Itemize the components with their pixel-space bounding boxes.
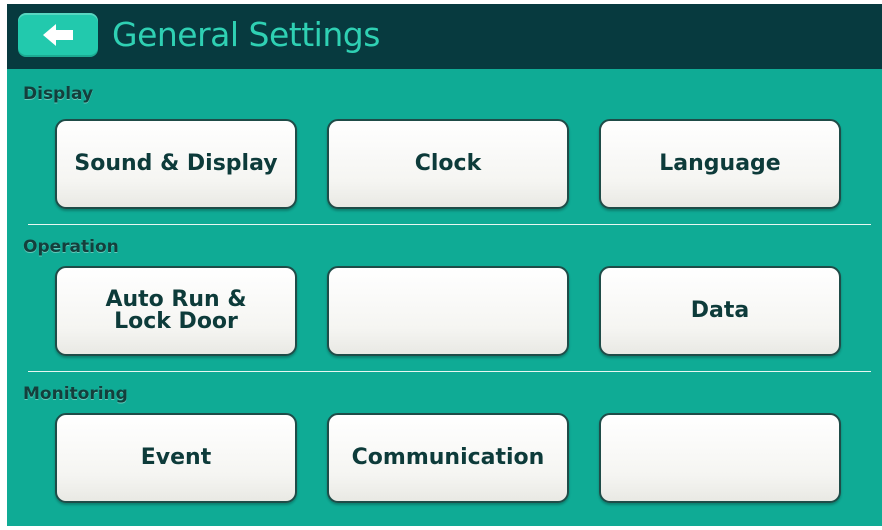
arrow-left-icon	[43, 24, 73, 46]
blank-monitoring-button[interactable]	[599, 413, 841, 503]
page-title: General Settings	[112, 15, 380, 54]
auto-run-lock-door-button[interactable]: Auto Run & Lock Door	[55, 266, 297, 356]
section-label-monitoring: Monitoring	[23, 384, 128, 404]
communication-button[interactable]: Communication	[327, 413, 569, 503]
event-button[interactable]: Event	[55, 413, 297, 503]
section-label-operation: Operation	[23, 237, 119, 257]
data-button[interactable]: Data	[599, 266, 841, 356]
clock-button[interactable]: Clock	[327, 119, 569, 209]
header-bar: General Settings	[7, 4, 882, 69]
section-divider	[28, 224, 871, 225]
back-button[interactable]	[18, 13, 98, 57]
settings-screen: General Settings Display Sound & Display…	[7, 4, 882, 526]
section-label-display: Display	[23, 84, 94, 104]
sound-display-button[interactable]: Sound & Display	[55, 119, 297, 209]
language-button[interactable]: Language	[599, 119, 841, 209]
section-divider	[28, 371, 871, 372]
blank-operation-button[interactable]	[327, 266, 569, 356]
